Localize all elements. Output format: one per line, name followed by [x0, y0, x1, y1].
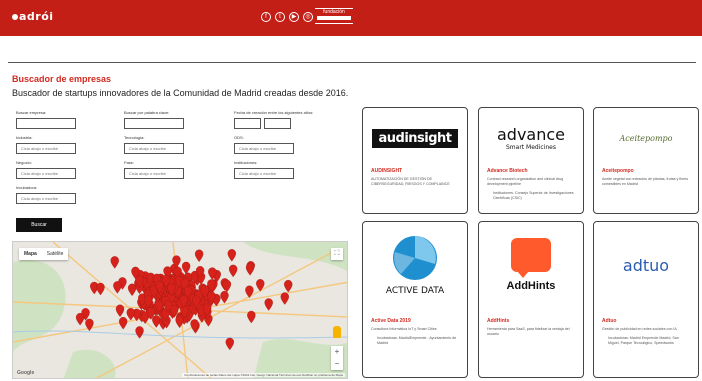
page-title: Buscador de empresas: [12, 74, 112, 84]
phase-label: Fase:: [124, 160, 135, 165]
company-field-group: Buscar empresa:: [16, 110, 76, 129]
technology-field-group: Tecnología:: [124, 135, 184, 154]
institutions-select[interactable]: [234, 168, 294, 179]
zoom-out-button[interactable]: −: [331, 358, 343, 370]
addhints-icon: [511, 238, 551, 278]
keyword-input[interactable]: [124, 118, 184, 129]
date-to-input[interactable]: [264, 118, 291, 129]
adtuo-logo: adtuo: [622, 255, 670, 275]
divider: [8, 62, 696, 63]
site-logo[interactable]: adrói: [12, 10, 54, 23]
company-card[interactable]: ACTIVE DATA Active Data 2019 Consultora …: [362, 221, 468, 378]
phase-field-group: Fase:: [124, 160, 184, 179]
twitter-icon[interactable]: t: [275, 12, 285, 22]
company-label: Buscar empresa:: [16, 110, 47, 115]
date-from-input[interactable]: [234, 118, 261, 129]
keyword-label: Buscar por palabra clave:: [124, 110, 170, 115]
industry-field-group: Industria:: [16, 135, 76, 154]
company-card[interactable]: adtuo Adtuo Gestión de publicidad en red…: [593, 221, 699, 378]
companies-map[interactable]: Mapa Satélite ⛶ + − Google Combinaciones…: [12, 241, 348, 379]
company-card[interactable]: advance Smart Medicines Advance Biotech …: [478, 107, 584, 214]
card-description: Consultora Informática IoT y Smart Citie…: [371, 327, 437, 331]
google-logo: Google: [17, 370, 35, 376]
instagram-icon[interactable]: ◎: [303, 12, 313, 22]
date-field-group: Fecha de creación entre los siguientes a…: [234, 110, 313, 129]
ods-select[interactable]: [234, 143, 294, 154]
card-description: Gestión de publicidad en redes sociales …: [602, 327, 677, 331]
tab-satellite[interactable]: Satélite: [42, 248, 69, 260]
search-button[interactable]: Buscar: [16, 218, 62, 232]
zoom-control: + −: [331, 346, 343, 370]
page-subtitle: Buscador de startups innovadores de la C…: [12, 88, 349, 98]
card-extra: Incubadoras: MadridEmprende - Ayuntamien…: [377, 336, 457, 345]
audinsight-logo: audinsight: [372, 128, 458, 148]
phase-select[interactable]: [124, 168, 184, 179]
ods-field-group: ODS:: [234, 135, 294, 154]
business-field-group: Negocio:: [16, 160, 76, 179]
card-logo: Aceitepompo: [594, 108, 698, 168]
keyword-field-group: Buscar por palabra clave:: [124, 110, 184, 129]
card-description: Herramienta para SaaS, para fidelizar la…: [487, 327, 570, 336]
incubators-label: Incubadora:: [16, 185, 38, 190]
technology-label: Tecnología:: [124, 135, 145, 140]
fullscreen-icon[interactable]: ⛶: [331, 248, 343, 260]
card-name[interactable]: AUDINSIGHT: [371, 168, 459, 174]
technology-select[interactable]: [124, 143, 184, 154]
card-name[interactable]: Active Data 2019: [371, 318, 459, 324]
card-name[interactable]: Aceitepompo: [602, 168, 690, 174]
card-name[interactable]: Advance Biotech: [487, 168, 575, 174]
business-select[interactable]: [16, 168, 76, 179]
company-card[interactable]: audinsight AUDINSIGHT AUTOMATIZACIÓN DE …: [362, 107, 468, 214]
partner-logo[interactable]: fundación: [315, 8, 353, 24]
card-description: Contract research organization and clini…: [487, 177, 564, 186]
map-canvas[interactable]: [13, 242, 348, 379]
card-extra: Instituciones: Consejo Superior de Inves…: [493, 191, 574, 200]
company-card[interactable]: AddHints AddHints Herramienta para SaaS,…: [478, 221, 584, 378]
industry-select[interactable]: [16, 143, 76, 154]
industry-label: Industria:: [16, 135, 33, 140]
search-form: Buscar empresa: Buscar por palabra clave…: [16, 110, 346, 240]
social-links: f t ▶ ◎: [261, 12, 313, 22]
tab-map[interactable]: Mapa: [19, 248, 42, 260]
business-label: Negocio:: [16, 160, 32, 165]
institutions-label: Instituciones:: [234, 160, 258, 165]
active-data-logo: ACTIVE DATA: [385, 286, 445, 296]
facebook-icon[interactable]: f: [261, 12, 271, 22]
top-header: adrói f t ▶ ◎ fundación: [0, 0, 702, 36]
card-extra: Incubadoras: Madrid Emprende Madrid, San…: [608, 336, 679, 345]
card-description: Aceite vegetal con extractos de plántas,…: [602, 177, 689, 186]
aceitepompo-logo: Aceitepompo: [619, 133, 673, 143]
company-card[interactable]: Aceitepompo Aceitepompo Aceite vegetal c…: [593, 107, 699, 214]
incubators-select[interactable]: [16, 193, 76, 204]
ods-label: ODS:: [234, 135, 244, 140]
card-logo: advance Smart Medicines: [479, 108, 583, 168]
card-name[interactable]: Adtuo: [602, 318, 690, 324]
card-logo: ACTIVE DATA: [363, 222, 467, 308]
zoom-in-button[interactable]: +: [331, 346, 343, 358]
street-view-icon[interactable]: [333, 326, 341, 338]
card-name[interactable]: AddHints: [487, 318, 575, 324]
youtube-icon[interactable]: ▶: [289, 12, 299, 22]
card-logo: AddHints: [479, 222, 583, 308]
addhints-logo: AddHints: [506, 280, 556, 292]
advance-logo: advance Smart Medicines: [496, 125, 565, 151]
active-data-pie-icon: [393, 236, 437, 280]
card-description: AUTOMATIZACIÓN DE GESTIÓN DE CIBERSEGURI…: [371, 177, 450, 186]
company-input[interactable]: [16, 118, 76, 129]
card-logo: audinsight: [363, 108, 467, 168]
incubators-field-group: Incubadora:: [16, 185, 76, 204]
card-logo: adtuo: [594, 222, 698, 308]
map-attribution[interactable]: Combinaciones de teclas Datos del mapa ©…: [182, 373, 345, 377]
institutions-field-group: Instituciones:: [234, 160, 294, 179]
map-type-tabs: Mapa Satélite: [19, 248, 69, 260]
